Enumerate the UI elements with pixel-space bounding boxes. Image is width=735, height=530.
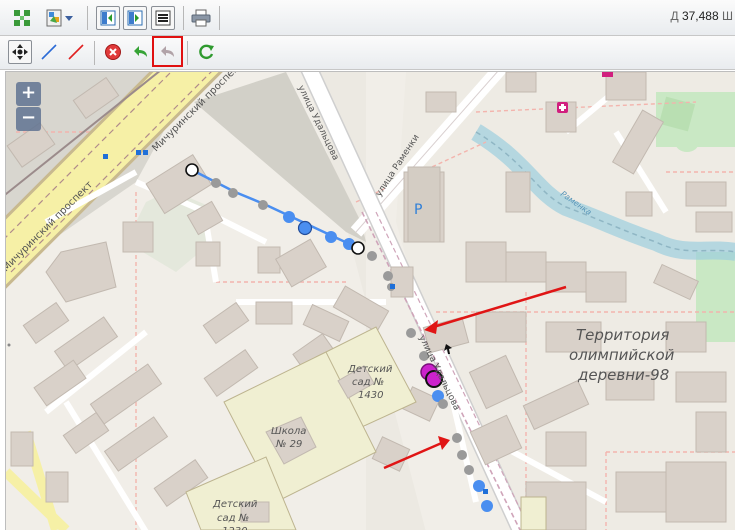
- list-icon[interactable]: [151, 6, 175, 30]
- toolbar-separator: [219, 6, 220, 30]
- coordinate-suffix: Ш: [722, 9, 733, 23]
- route-vertex-inactive: [211, 178, 221, 188]
- tile-grid-icon[interactable]: [10, 6, 34, 30]
- panel-left-icon[interactable]: [96, 6, 120, 30]
- route-vertex-active: [325, 231, 337, 243]
- coordinate-readout: Д 37,488 Ш: [670, 9, 733, 23]
- route-vertex-active: [297, 220, 313, 236]
- toolbar-separator: [87, 6, 88, 30]
- delete-icon[interactable]: [101, 40, 125, 64]
- route-vertex-active: [283, 211, 295, 223]
- toolbar-separator: [183, 6, 184, 30]
- panel-right-icon[interactable]: [123, 6, 147, 30]
- refresh-icon[interactable]: [194, 40, 218, 64]
- route-vertex-inactive: [452, 433, 462, 443]
- zoom-in-button[interactable]: +: [16, 82, 41, 106]
- route-vertex-inactive: [457, 450, 467, 460]
- zoom-out-button[interactable]: −: [16, 107, 41, 131]
- draw-line-blue-icon[interactable]: [37, 40, 61, 64]
- coordinate-value: 37,488: [681, 9, 719, 23]
- route-vertex-inactive: [438, 399, 448, 409]
- coordinate-prefix: Д: [670, 9, 679, 23]
- undo-gray-icon[interactable]: [156, 40, 180, 64]
- toolbar-separator: [187, 41, 188, 65]
- map-view[interactable]: Мичуринский проспект Мичуринский проспек…: [5, 71, 735, 530]
- route-vertex-inactive: [367, 251, 377, 261]
- route-vertex-inactive: [419, 351, 429, 361]
- pan-move-icon[interactable]: [8, 40, 32, 64]
- route-end-vertex: [351, 241, 365, 255]
- route-vertex-inactive: [383, 271, 393, 281]
- top-toolbar: Д 37,488 Ш: [0, 0, 735, 36]
- route-vertex-inactive: [406, 328, 416, 338]
- edit-toolbar: [0, 36, 735, 70]
- route-vertex-inactive: [258, 200, 268, 210]
- route-vertex-inactive: [228, 188, 238, 198]
- undo-green-icon[interactable]: [129, 40, 153, 64]
- layers-dropdown-icon[interactable]: [44, 6, 78, 30]
- route-vertex-selected: [425, 370, 443, 388]
- route-vertex-active: [481, 500, 493, 512]
- toolbar-separator: [94, 41, 95, 65]
- print-icon[interactable]: [189, 6, 213, 30]
- draw-line-red-icon[interactable]: [64, 40, 88, 64]
- route-start-vertex: [185, 163, 199, 177]
- map-canvas: [6, 72, 735, 530]
- route-vertex-inactive: [464, 465, 474, 475]
